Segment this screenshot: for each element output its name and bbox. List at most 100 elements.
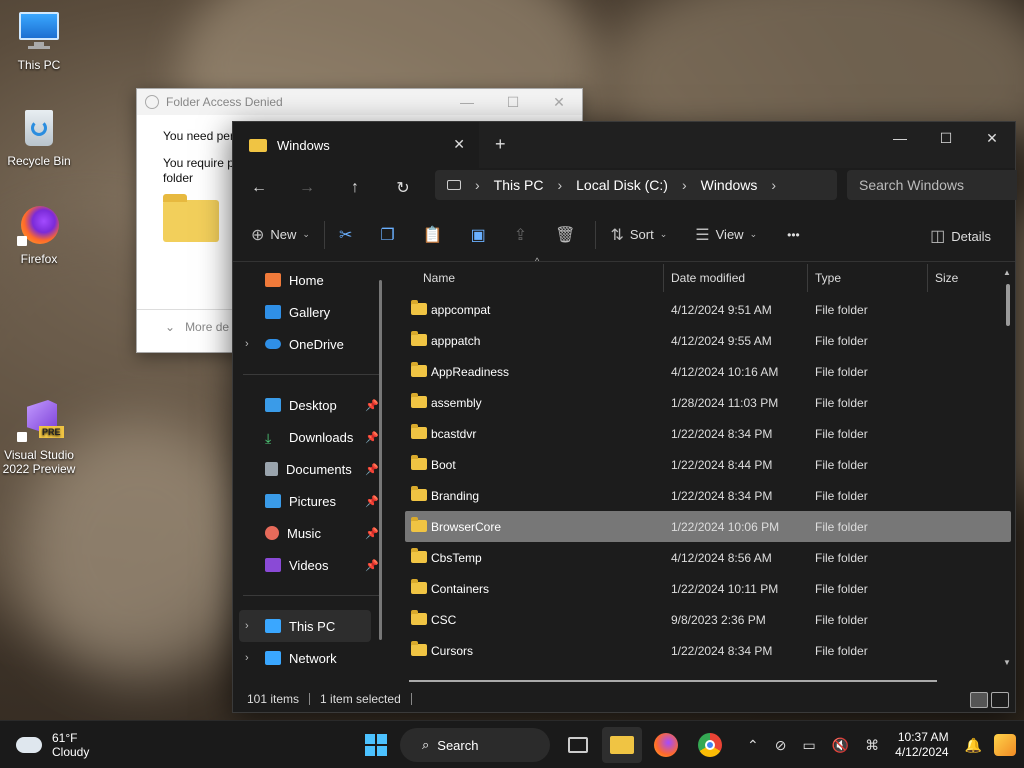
- nav-item-this-pc[interactable]: › This PC: [239, 610, 371, 642]
- show-hidden-icons-chevron[interactable]: ⌃: [747, 737, 759, 754]
- details-button[interactable]: ◫ Details: [930, 226, 991, 246]
- address-bar[interactable]: › This PC › Local Disk (C:) › Windows ›: [435, 170, 837, 200]
- nav-item-home[interactable]: Home: [233, 264, 389, 296]
- nav-item-pictures[interactable]: Pictures 📌: [233, 485, 389, 517]
- clock[interactable]: 10:37 AM 4/12/2024: [895, 730, 948, 760]
- weather-temp: 61°F: [52, 731, 78, 745]
- table-row[interactable]: AppReadiness 4/12/2024 10:16 AM File folde…: [405, 356, 1011, 387]
- scroll-up-icon[interactable]: ▲: [1003, 268, 1011, 277]
- table-row[interactable]: appcompat 4/12/2024 9:51 AM File folder: [405, 294, 1011, 325]
- table-row[interactable]: assembly 1/28/2024 11:03 PM File folder: [405, 387, 1011, 418]
- dialog-titlebar[interactable]: Folder Access Denied — ☐ ✕: [137, 89, 582, 115]
- desktop-icon-this-pc[interactable]: This PC: [0, 10, 78, 72]
- table-row[interactable]: bcastdvr 1/22/2024 8:34 PM File folder: [405, 418, 1011, 449]
- column-header-date[interactable]: Date modified: [671, 271, 745, 285]
- notification-bell-icon[interactable]: 🔔: [965, 737, 982, 754]
- up-arrow-icon[interactable]: ↑: [331, 179, 379, 197]
- nav-item-network[interactable]: › Network: [233, 642, 389, 674]
- desktop-icon-recycle-bin[interactable]: Recycle Bin: [0, 106, 78, 168]
- copilot-icon[interactable]: [994, 734, 1016, 756]
- column-header-name[interactable]: Name: [423, 271, 455, 285]
- table-row[interactable]: Cursors 1/22/2024 8:34 PM File folder: [405, 635, 1011, 666]
- taskbar-search[interactable]: ⌕ Search: [400, 728, 550, 762]
- nav-item-onedrive[interactable]: › OneDrive: [233, 328, 389, 360]
- delete-button[interactable]: 🗑: [555, 225, 581, 245]
- breadcrumb-local-disk[interactable]: Local Disk (C:): [576, 177, 668, 193]
- details-view-icon[interactable]: [970, 692, 988, 708]
- minimize-button[interactable]: —: [877, 122, 923, 154]
- tab-windows[interactable]: Windows ✕: [233, 122, 479, 168]
- vertical-scrollbar[interactable]: ▲ ▼: [1003, 268, 1011, 668]
- taskbar-file-explorer[interactable]: [602, 727, 642, 763]
- pin-icon[interactable]: 📌: [365, 399, 379, 412]
- table-row[interactable]: Boot 1/22/2024 8:44 PM File folder: [405, 449, 1011, 480]
- chevron-right-icon[interactable]: ›: [245, 338, 249, 350]
- scrollbar-thumb[interactable]: [1006, 284, 1010, 326]
- task-view-icon: [568, 737, 588, 753]
- pin-icon[interactable]: 📌: [365, 431, 379, 444]
- column-header-size[interactable]: Size: [935, 271, 958, 285]
- column-header-type[interactable]: Type: [815, 271, 841, 285]
- desktop-icon-visual-studio[interactable]: PRE Visual Studio 2022 Preview: [0, 400, 78, 476]
- volume-icon[interactable]: 🔇: [832, 737, 849, 754]
- pin-icon[interactable]: 📌: [365, 463, 379, 476]
- horizontal-scrollbar[interactable]: [409, 680, 937, 682]
- more-options-button[interactable]: •••: [787, 228, 800, 242]
- taskbar-firefox[interactable]: [646, 727, 686, 763]
- nav-scrollbar[interactable]: [379, 280, 382, 640]
- table-row[interactable]: Branding 1/22/2024 8:34 PM File folder: [405, 480, 1011, 511]
- chevron-right-icon[interactable]: ›: [245, 620, 249, 632]
- rename-button[interactable]: ▣: [471, 225, 492, 245]
- close-button[interactable]: ✕: [969, 122, 1015, 154]
- file-explorer-window[interactable]: Windows ✕ + — ☐ ✕ ← → ↑ ↻ › This PC › Lo…: [232, 121, 1017, 713]
- share-button[interactable]: ⇪: [514, 225, 533, 245]
- maximize-button[interactable]: ☐: [923, 122, 969, 154]
- desktop-icon-firefox[interactable]: Firefox: [0, 204, 78, 266]
- close-tab-icon[interactable]: ✕: [453, 136, 465, 153]
- sort-button[interactable]: ⇅ Sort ⌄: [610, 225, 667, 245]
- table-row[interactable]: CbsTemp 4/12/2024 8:56 AM File folder: [405, 542, 1011, 573]
- breadcrumb-windows[interactable]: Windows: [701, 177, 758, 193]
- taskbar-chrome[interactable]: [690, 727, 730, 763]
- start-button[interactable]: [356, 727, 396, 763]
- table-row[interactable]: CSC 9/8/2023 2:36 PM File folder: [405, 604, 1011, 635]
- refresh-icon[interactable]: ↻: [379, 178, 427, 198]
- display-icon[interactable]: ▭: [803, 737, 816, 754]
- cut-button[interactable]: ✂: [339, 225, 358, 245]
- new-tab-button[interactable]: +: [495, 134, 506, 155]
- folder-icon: [411, 455, 427, 470]
- nav-item-documents[interactable]: Documents 📌: [233, 453, 389, 485]
- nav-item-gallery[interactable]: Gallery: [233, 296, 389, 328]
- file-explorer-icon: [610, 736, 634, 754]
- pin-icon[interactable]: 📌: [365, 527, 379, 540]
- network-status-icon[interactable]: ⊘: [775, 737, 787, 754]
- pin-icon[interactable]: 📌: [365, 559, 379, 572]
- tiles-view-icon[interactable]: [991, 692, 1009, 708]
- nav-item-videos[interactable]: Videos 📌: [233, 549, 389, 581]
- nav-item-desktop[interactable]: Desktop 📌: [233, 389, 389, 421]
- maximize-button[interactable]: ☐: [490, 94, 536, 111]
- language-icon[interactable]: ⌘: [865, 737, 879, 754]
- task-view-button[interactable]: [558, 727, 598, 763]
- chevron-right-icon[interactable]: ›: [245, 652, 249, 664]
- breadcrumb-this-pc[interactable]: This PC: [494, 177, 544, 193]
- copy-button[interactable]: ❐: [380, 225, 400, 245]
- table-row-selected[interactable]: BrowserCore 1/22/2024 10:06 PM File folder: [405, 511, 1011, 542]
- search-input[interactable]: Search Windows: [847, 170, 1017, 200]
- weather-widget[interactable]: 61°F Cloudy: [16, 731, 89, 759]
- paste-button[interactable]: 📋: [423, 225, 449, 245]
- new-button[interactable]: ⊕ New ⌄: [251, 225, 310, 245]
- nav-item-music[interactable]: Music 📌: [233, 517, 389, 549]
- back-arrow-icon[interactable]: ←: [235, 179, 283, 197]
- table-row[interactable]: Containers 1/22/2024 10:11 PM File folder: [405, 573, 1011, 604]
- chevron-down-icon: ⌄: [659, 229, 668, 239]
- table-row[interactable]: apppatch 4/12/2024 9:55 AM File folder: [405, 325, 1011, 356]
- forward-arrow-icon[interactable]: →: [283, 179, 331, 197]
- minimize-button[interactable]: —: [444, 94, 490, 111]
- weather-condition: Cloudy: [52, 745, 90, 759]
- pin-icon[interactable]: 📌: [365, 495, 379, 508]
- close-button[interactable]: ✕: [536, 94, 582, 111]
- view-button[interactable]: ☰ View ⌄: [695, 225, 757, 245]
- nav-item-downloads[interactable]: ⤓ Downloads 📌: [233, 421, 389, 453]
- scroll-down-icon[interactable]: ▼: [1003, 658, 1011, 667]
